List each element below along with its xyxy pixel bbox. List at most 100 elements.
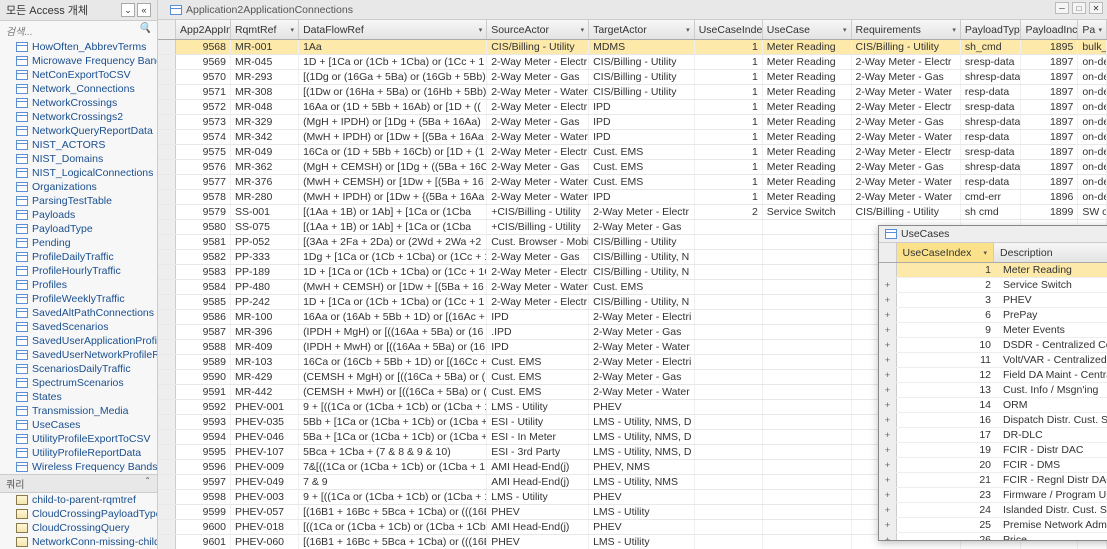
- grid-cell[interactable]: 1: [695, 115, 763, 129]
- grid-cell[interactable]: 2-Way Meter - Water: [589, 340, 695, 354]
- grid-cell[interactable]: resp-data: [961, 175, 1022, 189]
- table-row[interactable]: 9574MR-342(MwH + IPDH) or [1Dw + [(5Ba +…: [158, 130, 1107, 145]
- grid-cell[interactable]: [763, 475, 852, 489]
- grid-cell[interactable]: 7 & 9: [299, 475, 487, 489]
- grid-cell[interactable]: sh cmd: [961, 205, 1022, 219]
- popup-row[interactable]: +21FCIR - Regnl Distr DAC: [879, 473, 1107, 488]
- grid-cell[interactable]: [695, 520, 763, 534]
- table-row[interactable]: 9575MR-04916Ca or (1D + 5Bb + 16Cb) or […: [158, 145, 1107, 160]
- grid-cell[interactable]: PP-333: [231, 250, 299, 264]
- grid-cell[interactable]: PHEV-001: [231, 400, 299, 414]
- row-selector[interactable]: +: [879, 353, 897, 367]
- table-row[interactable]: 9572MR-04816Aa or (1D + 5Bb + 16Ab) or […: [158, 100, 1107, 115]
- grid-cell[interactable]: shresp-data: [961, 160, 1022, 174]
- grid-cell[interactable]: IPD: [589, 100, 695, 114]
- grid-cell[interactable]: 9586: [176, 310, 231, 324]
- row-selector[interactable]: +: [879, 368, 897, 382]
- sidebar-item[interactable]: Payloads: [0, 208, 157, 222]
- minimize-button[interactable]: ─: [1055, 2, 1069, 14]
- grid-cell[interactable]: [695, 415, 763, 429]
- grid-cell[interactable]: (MwH + CEMSH) or [1Dw + [(5Ba + 16: [299, 175, 487, 189]
- grid-cell[interactable]: cmd-err: [961, 190, 1022, 204]
- row-selector[interactable]: [158, 145, 176, 159]
- grid-cell[interactable]: 9593: [176, 415, 231, 429]
- grid-cell[interactable]: 2-Way Meter - Gas: [589, 220, 695, 234]
- grid-cell[interactable]: Meter Reading: [763, 145, 852, 159]
- row-selector[interactable]: [158, 370, 176, 384]
- grid-cell[interactable]: AMI Head-End(j): [487, 475, 589, 489]
- grid-cell[interactable]: 9590: [176, 370, 231, 384]
- grid-cell[interactable]: MDMS: [589, 40, 695, 54]
- grid-cell[interactable]: MR-308: [231, 85, 299, 99]
- row-selector[interactable]: [158, 385, 176, 399]
- grid-cell[interactable]: [763, 220, 852, 234]
- grid-cell[interactable]: CIS/Billing - Utility: [487, 40, 589, 54]
- grid-cell[interactable]: on-demand_N: [1078, 55, 1107, 69]
- grid-cell[interactable]: 2-Way Meter - Water: [852, 190, 961, 204]
- restore-button[interactable]: □: [1072, 2, 1086, 14]
- grid-cell[interactable]: MR-280: [231, 190, 299, 204]
- grid-cell[interactable]: 9571: [176, 85, 231, 99]
- sidebar-item[interactable]: Wireless Frequency Bands: [0, 460, 157, 474]
- grid-cell[interactable]: 5Ba + [1Ca or (1Cba + 1Cb) or (1Cba +: [299, 430, 487, 444]
- column-header[interactable]: App2AppIn▾: [176, 20, 231, 39]
- grid-cell[interactable]: 9 + [((1Ca or (1Cba + 1Cb) or (1Cba + 1: [299, 490, 487, 504]
- grid-cell[interactable]: [695, 220, 763, 234]
- grid-cell[interactable]: .IPD: [487, 325, 589, 339]
- grid-cell[interactable]: LMS - Utility: [589, 505, 695, 519]
- popup-cell-index[interactable]: 23: [897, 488, 997, 502]
- grid-cell[interactable]: 9600: [176, 520, 231, 534]
- dropdown-icon[interactable]: ⌄: [121, 3, 135, 17]
- grid-cell[interactable]: MR-396: [231, 325, 299, 339]
- grid-cell[interactable]: LMS - Utility, NMS, D: [589, 415, 695, 429]
- grid-cell[interactable]: PHEV-057: [231, 505, 299, 519]
- grid-cell[interactable]: 1Aa: [299, 40, 487, 54]
- grid-cell[interactable]: PHEV: [589, 400, 695, 414]
- grid-cell[interactable]: 9577: [176, 175, 231, 189]
- grid-cell[interactable]: Meter Reading: [763, 100, 852, 114]
- grid-cell[interactable]: Service Switch: [763, 205, 852, 219]
- grid-cell[interactable]: PHEV-049: [231, 475, 299, 489]
- grid-cell[interactable]: PP-189: [231, 265, 299, 279]
- grid-cell[interactable]: [695, 355, 763, 369]
- grid-cell[interactable]: [695, 535, 763, 549]
- grid-cell[interactable]: 9587: [176, 325, 231, 339]
- grid-cell[interactable]: [(16B1 + 16Bc + 5Bca + 1Cba) or (((16E: [299, 535, 487, 549]
- grid-cell[interactable]: AMI Head-End(j): [487, 520, 589, 534]
- column-header[interactable]: PayloadTyp▾: [961, 20, 1022, 39]
- popup-row[interactable]: +17DR-DLC: [879, 428, 1107, 443]
- row-selector[interactable]: [158, 535, 176, 549]
- grid-cell[interactable]: 9589: [176, 355, 231, 369]
- row-selector[interactable]: +: [879, 383, 897, 397]
- row-selector[interactable]: [158, 475, 176, 489]
- grid-cell[interactable]: (MwH + IPDH) or [1Dw + [(5Ba + 16Aa: [299, 130, 487, 144]
- popup-row[interactable]: +26Price: [879, 533, 1107, 540]
- row-selector[interactable]: +: [879, 533, 897, 540]
- grid-cell[interactable]: 2-Way Meter - Electr: [487, 265, 589, 279]
- grid-cell[interactable]: LMS - Utility, NMS, D: [589, 430, 695, 444]
- grid-cell[interactable]: 2-Way Meter - Water: [852, 130, 961, 144]
- popup-row[interactable]: +10DSDR - Centralized Control: [879, 338, 1107, 353]
- grid-cell[interactable]: Cust. EMS: [589, 160, 695, 174]
- popup-cell-desc[interactable]: Field DA Maint - Centralized Control: [997, 368, 1107, 382]
- grid-cell[interactable]: 1895: [1021, 40, 1078, 54]
- grid-cell[interactable]: 2-Way Meter - Water: [589, 385, 695, 399]
- grid-cell[interactable]: (MwH + IPDH) or [1Dw + {(5Ba + 16Aa: [299, 190, 487, 204]
- grid-cell[interactable]: Cust. EMS: [589, 145, 695, 159]
- row-selector[interactable]: +: [879, 278, 897, 292]
- search-placeholder[interactable]: 검색...: [6, 23, 33, 38]
- grid-cell[interactable]: [763, 505, 852, 519]
- column-header[interactable]: Requirements▾: [852, 20, 961, 39]
- grid-cell[interactable]: 9599: [176, 505, 231, 519]
- grid-cell[interactable]: on-demand_N: [1078, 85, 1107, 99]
- grid-cell[interactable]: Meter Reading: [763, 190, 852, 204]
- popup-cell-index[interactable]: 21: [897, 473, 997, 487]
- grid-cell[interactable]: [(3Aa + 2Fa + 2Da) or (2Wd + 2Wa +2: [299, 235, 487, 249]
- sidebar-item[interactable]: ParsingTestTable: [0, 194, 157, 208]
- grid-cell[interactable]: PHEV-035: [231, 415, 299, 429]
- popup-cell-desc[interactable]: Service Switch: [997, 278, 1107, 292]
- grid-cell[interactable]: CIS/Billing - Utility: [589, 235, 695, 249]
- popup-cell-index[interactable]: 19: [897, 443, 997, 457]
- table-row[interactable]: 9577MR-376(MwH + CEMSH) or [1Dw + [(5Ba …: [158, 175, 1107, 190]
- sidebar-item[interactable]: ProfileDailyTraffic: [0, 250, 157, 264]
